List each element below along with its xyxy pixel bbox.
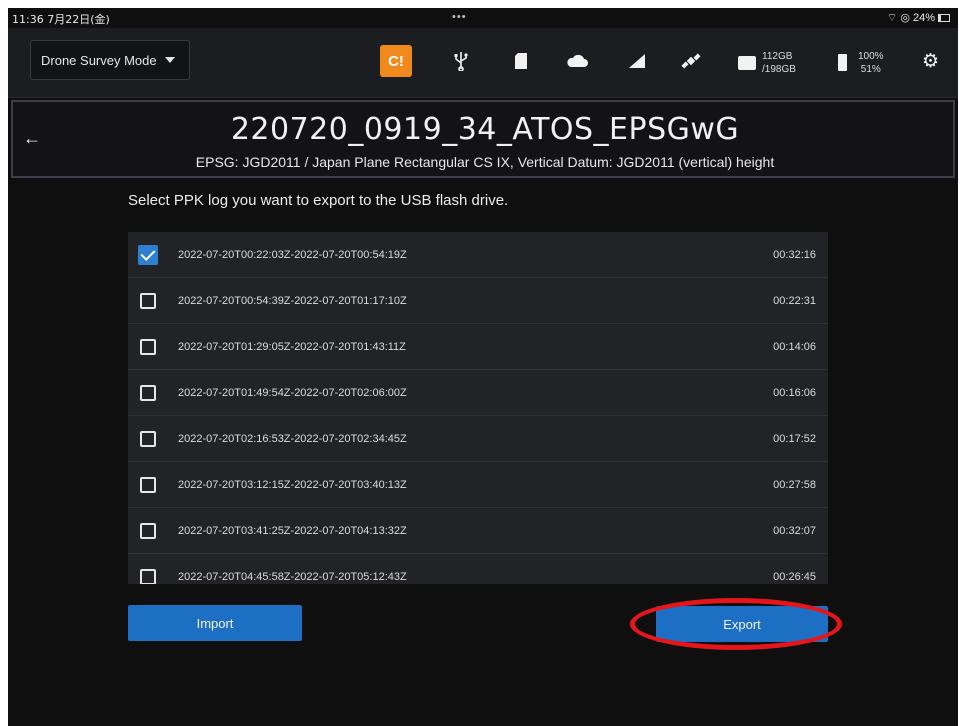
checkbox[interactable]: [140, 384, 156, 401]
battery-cell-icon: [838, 54, 847, 71]
page-title: 220720_0919_34_ATOS_EPSGwG: [230, 112, 740, 147]
status-right: ⌔ ◎ 24%: [887, 11, 950, 25]
status-bar: 11:36 7月22日(金) ••• ⌔ ◎ 24%: [8, 8, 958, 28]
checkbox[interactable]: [140, 568, 156, 584]
mode-dropdown-label: Drone Survey Mode: [41, 52, 157, 68]
log-range: 2022-07-20T00:22:03Z-2022-07-20T00:54:19…: [178, 248, 407, 261]
multitasking-dots[interactable]: •••: [452, 11, 467, 23]
checkbox[interactable]: [140, 430, 156, 447]
checkbox[interactable]: [140, 292, 156, 309]
satellite-icon[interactable]: [680, 50, 702, 72]
battery-icon: [938, 14, 950, 22]
storage-used: 112GB: [762, 51, 793, 62]
page-subtitle: EPSG: JGD2011 / Japan Plane Rectangular …: [195, 154, 775, 170]
log-range: 2022-07-20T03:41:25Z-2022-07-20T04:13:32…: [178, 524, 407, 537]
mode-dropdown[interactable]: Drone Survey Mode: [30, 40, 190, 80]
screenshot-top-margin: [0, 0, 960, 8]
checkbox[interactable]: [140, 522, 156, 539]
log-range: 2022-07-20T01:49:54Z-2022-07-20T02:06:00…: [178, 386, 407, 399]
list-item[interactable]: 2022-07-20T00:54:39Z-2022-07-20T01:17:10…: [128, 278, 828, 324]
log-duration: 00:27:58: [773, 478, 816, 491]
instruction-text: Select PPK log you want to export to the…: [128, 192, 509, 209]
ppk-log-list[interactable]: 2022-07-20T00:22:03Z-2022-07-20T00:54:19…: [128, 232, 828, 584]
status-time: 11:36 7月22日(金): [12, 13, 110, 26]
folder-icon: [738, 56, 756, 70]
log-duration: 00:32:07: [773, 524, 816, 537]
log-duration: 00:32:16: [773, 248, 816, 261]
sd-card-icon[interactable]: [510, 50, 532, 72]
log-range: 2022-07-20T00:54:39Z-2022-07-20T01:17:10…: [178, 294, 407, 307]
export-button[interactable]: Export: [656, 606, 828, 642]
tablet-screen: 11:36 7月22日(金) ••• ⌔ ◎ 24% Drone Survey …: [8, 8, 958, 726]
list-item[interactable]: 2022-07-20T04:45:58Z-2022-07-20T05:12:43…: [128, 554, 828, 584]
signal-icon[interactable]: [626, 50, 648, 72]
list-item[interactable]: 2022-07-20T00:22:03Z-2022-07-20T00:54:19…: [128, 232, 828, 278]
storage-text: 112GB /198GB: [762, 50, 796, 76]
list-item[interactable]: 2022-07-20T03:12:15Z-2022-07-20T03:40:13…: [128, 462, 828, 508]
storage-indicator[interactable]: 112GB /198GB: [738, 48, 818, 78]
battery-level-1: 100%: [858, 51, 884, 62]
log-duration: 00:22:31: [773, 294, 816, 307]
checkbox[interactable]: [140, 338, 156, 355]
log-range: 2022-07-20T04:45:58Z-2022-07-20T05:12:43…: [178, 570, 407, 583]
checkbox[interactable]: [140, 476, 156, 493]
battery-level-2: 51%: [860, 64, 881, 75]
import-button[interactable]: Import: [128, 605, 302, 641]
checkbox-checked[interactable]: [138, 244, 158, 265]
cloud-icon[interactable]: [566, 50, 588, 72]
alert-icon[interactable]: C!: [380, 45, 412, 77]
chevron-down-icon: [164, 57, 175, 63]
wifi-battery-text: ⌔ ◎ 24%: [886, 12, 935, 24]
list-item[interactable]: 2022-07-20T01:29:05Z-2022-07-20T01:43:11…: [128, 324, 828, 370]
list-item[interactable]: 2022-07-20T02:16:53Z-2022-07-20T02:34:45…: [128, 416, 828, 462]
log-duration: 00:17:52: [773, 432, 816, 445]
log-duration: 00:26:45: [773, 570, 816, 583]
log-duration: 00:16:06: [773, 386, 816, 399]
log-range: 2022-07-20T03:12:15Z-2022-07-20T03:40:13…: [178, 478, 407, 491]
top-toolbar: Drone Survey Mode C! 112GB /198GB 100% 5…: [8, 28, 958, 98]
list-item[interactable]: 2022-07-20T01:49:54Z-2022-07-20T02:06:00…: [128, 370, 828, 416]
storage-total: /198GB: [762, 64, 796, 75]
log-range: 2022-07-20T01:29:05Z-2022-07-20T01:43:11…: [178, 340, 406, 353]
battery-indicator[interactable]: 100% 51%: [836, 48, 896, 78]
gear-icon[interactable]: ⚙: [922, 50, 939, 73]
battery-text: 100% 51%: [858, 50, 884, 76]
usb-icon[interactable]: [450, 50, 472, 72]
project-header: ← 220720_0919_34_ATOS_EPSGwG EPSG: JGD20…: [11, 100, 955, 178]
log-range: 2022-07-20T02:16:53Z-2022-07-20T02:34:45…: [178, 432, 407, 445]
log-duration: 00:14:06: [773, 340, 816, 353]
list-item[interactable]: 2022-07-20T03:41:25Z-2022-07-20T04:13:32…: [128, 508, 828, 554]
